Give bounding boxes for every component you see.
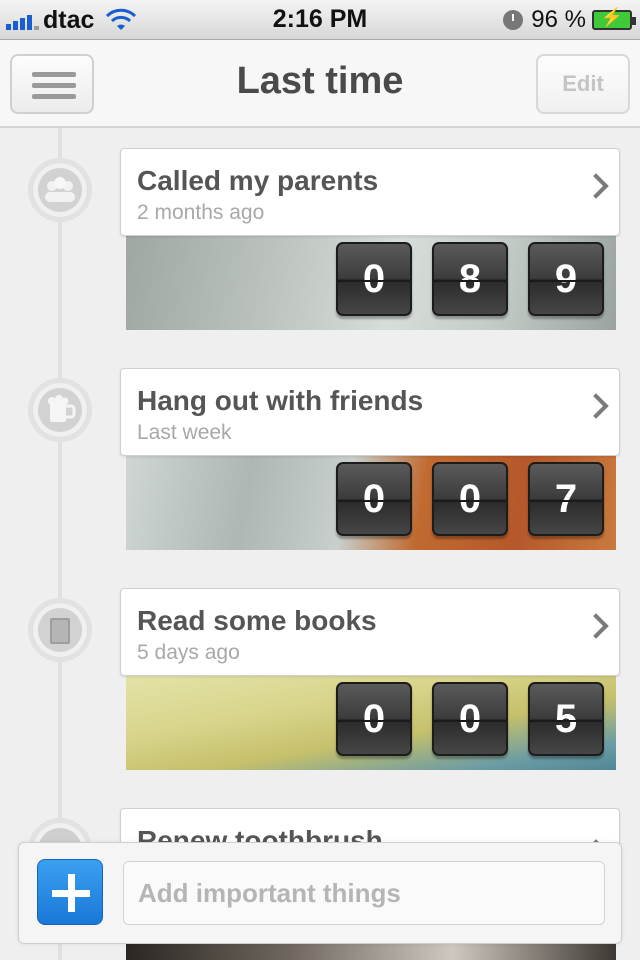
- item-title: Read some books: [137, 605, 377, 636]
- item-title: Hang out with friends: [137, 385, 424, 416]
- counter-digit: 0: [336, 462, 412, 536]
- counter-digit: 8: [432, 242, 508, 316]
- item-photo: 0 0 7: [126, 456, 616, 550]
- edit-button[interactable]: Edit: [536, 54, 630, 114]
- item-photo: 0 8 9: [126, 236, 616, 330]
- book-icon: [28, 598, 92, 662]
- navigation-bar: Last time Edit: [0, 40, 640, 128]
- people-icon: [28, 158, 92, 222]
- item-subtitle: 5 days ago: [137, 641, 240, 664]
- item-photo: 0 0 5: [126, 676, 616, 770]
- add-button[interactable]: [37, 859, 103, 925]
- counter-digit: 0: [336, 682, 412, 756]
- battery-icon: ⚡: [592, 7, 636, 30]
- item-subtitle: Last week: [137, 421, 232, 444]
- counter-digit: 0: [432, 682, 508, 756]
- list-item-called-my-parents[interactable]: Called my parents 2 months ago: [120, 148, 620, 236]
- list-item-read-some-books[interactable]: Read some books 5 days ago: [120, 588, 620, 676]
- status-right: 96 % ⚡: [503, 6, 636, 34]
- chevron-right-icon: [583, 613, 609, 639]
- counter-digit: 5: [528, 682, 604, 756]
- add-item-input[interactable]: Add important things: [123, 861, 605, 925]
- list-item-hang-out-with-friends[interactable]: Hang out with friends Last week: [120, 368, 620, 456]
- chevron-right-icon: [583, 393, 609, 419]
- counter-digit: 0: [336, 242, 412, 316]
- add-bar: Add important things: [18, 842, 622, 944]
- day-counter: 0 0 7: [336, 462, 604, 536]
- item-photo: [126, 944, 616, 960]
- item-title: Called my parents: [137, 165, 379, 196]
- counter-digit: 0: [432, 462, 508, 536]
- counter-digit: 7: [528, 462, 604, 536]
- day-counter: 0 0 5: [336, 682, 604, 756]
- chevron-right-icon: [583, 173, 609, 199]
- beer-mug-icon: [28, 378, 92, 442]
- day-counter: 0 8 9: [336, 242, 604, 316]
- counter-digit: 9: [528, 242, 604, 316]
- battery-percent: 96 %: [531, 6, 586, 33]
- status-bar: dtac 2:16 PM 96 % ⚡: [0, 0, 640, 40]
- alarm-clock-icon: [503, 10, 524, 30]
- item-subtitle: 2 months ago: [137, 201, 265, 224]
